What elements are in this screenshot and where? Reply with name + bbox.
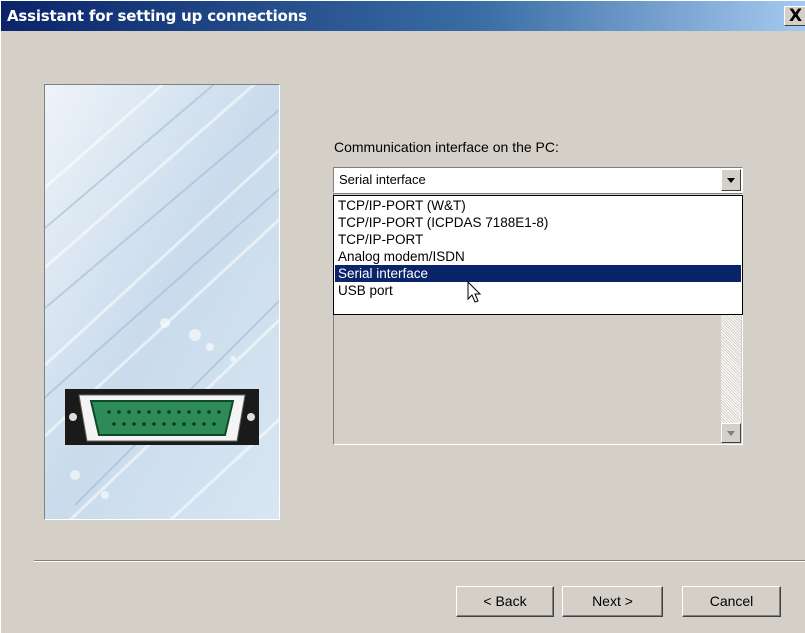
mouse-pointer-icon <box>467 281 482 303</box>
dropdown-option-tcpip-port[interactable]: TCP/IP-PORT <box>335 231 741 248</box>
separator-highlight <box>34 561 805 562</box>
close-icon: X <box>789 6 803 26</box>
interface-label: Communication interface on the PC: <box>334 139 559 155</box>
dropdown-option-tcpip-wt[interactable]: TCP/IP-PORT (W&T) <box>335 197 741 214</box>
dropdown-button[interactable] <box>721 169 741 191</box>
next-button[interactable]: Next > <box>562 586 663 617</box>
wizard-illustration <box>44 84 280 520</box>
cancel-button[interactable]: Cancel <box>682 586 781 617</box>
close-button[interactable]: X <box>784 6 805 26</box>
title-bar[interactable]: Assistant for setting up connections X <box>1 1 805 31</box>
combobox-value: Serial interface <box>339 172 426 187</box>
chevron-down-icon <box>727 178 735 183</box>
dropdown-option-serial-interface[interactable]: Serial interface <box>335 265 741 282</box>
scroll-down-button[interactable] <box>721 423 741 443</box>
dropdown-option-usb-port[interactable]: USB port <box>335 282 741 299</box>
interface-dropdown-list[interactable]: TCP/IP-PORT (W&T) TCP/IP-PORT (ICPDAS 71… <box>333 195 743 315</box>
serial-connector-image <box>45 85 279 519</box>
dropdown-option-tcpip-icpdas[interactable]: TCP/IP-PORT (ICPDAS 7188E1-8) <box>335 214 741 231</box>
dropdown-option-analog-modem[interactable]: Analog modem/ISDN <box>335 248 741 265</box>
back-button[interactable]: < Back <box>456 586 554 617</box>
scroll-down-arrow-icon <box>727 431 735 436</box>
wizard-dialog: Assistant for setting up connections X C… <box>0 0 805 633</box>
interface-combobox[interactable]: Serial interface <box>333 167 743 193</box>
window-title: Assistant for setting up connections <box>7 7 307 25</box>
